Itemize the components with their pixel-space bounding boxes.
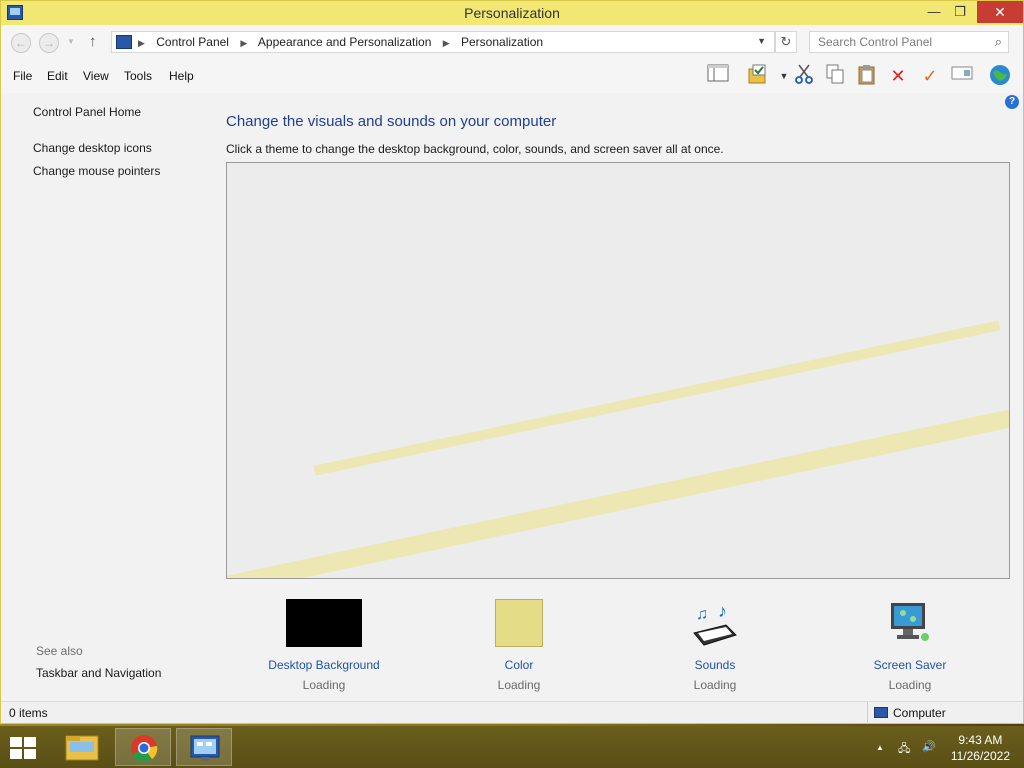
desktop-background-link[interactable]: Desktop Background (249, 658, 399, 672)
taskbar: ▲ 🖧 🔊 9:43 AM 11/26/2022 (0, 726, 1024, 768)
window-title: Personalization (464, 5, 560, 21)
chevron-right-icon[interactable]: ▶ (443, 38, 450, 48)
sidebar-taskbar-and-navigation[interactable]: Taskbar and Navigation (36, 666, 161, 680)
cut-icon[interactable] (791, 63, 817, 89)
breadcrumb-appearance[interactable]: Appearance and Personalization (258, 35, 431, 49)
title-bar: Personalization — ❐ ✕ (1, 1, 1023, 25)
status-divider (867, 702, 868, 724)
back-arrow-icon: ← (15, 36, 27, 50)
view-options-icon[interactable] (949, 63, 975, 89)
search-box: ⌕ (809, 31, 1009, 53)
volume-icon[interactable]: 🔊 (922, 740, 936, 753)
status-location: Computer (893, 706, 946, 720)
search-icon[interactable]: ⌕ (995, 34, 1002, 50)
search-input[interactable] (810, 32, 980, 52)
globe-icon[interactable] (987, 63, 1013, 89)
menu-tools[interactable]: Tools (124, 69, 152, 83)
see-also-heading: See also (36, 644, 83, 658)
copy-icon[interactable] (822, 63, 848, 89)
menu-edit[interactable]: Edit (47, 69, 68, 83)
menu-bar: File Edit View Tools Help ▼ ✕ ✓ (1, 59, 1023, 93)
menu-file[interactable]: File (13, 69, 32, 83)
windows-logo-icon (24, 737, 36, 747)
forward-button[interactable]: → (39, 33, 59, 53)
windows-logo-icon (10, 737, 22, 747)
up-arrow-icon[interactable]: ↑ (89, 33, 97, 50)
properties-folder-icon[interactable] (745, 63, 771, 89)
forward-arrow-icon: → (43, 36, 55, 50)
paste-icon[interactable] (854, 63, 880, 89)
windows-logo-icon (10, 749, 22, 759)
address-bar: ← → ▼ ↑ ▶ Control Panel ▶ Appearance and… (1, 25, 1023, 59)
sounds-status: Loading (693, 678, 737, 692)
control-panel-icon (116, 35, 132, 49)
close-button[interactable]: ✕ (977, 1, 1023, 23)
windows-logo-icon (24, 749, 36, 759)
screen-saver-status: Loading (888, 678, 932, 692)
back-button[interactable]: ← (11, 33, 31, 53)
layout-pane-icon[interactable] (705, 63, 731, 89)
screen-saver-icon (885, 599, 935, 649)
svg-text:♫: ♫ (696, 606, 708, 623)
desktop-background-status: Loading (302, 678, 346, 692)
start-button[interactable] (10, 737, 38, 759)
control-panel-icon (190, 735, 220, 761)
page-description: Click a theme to change the desktop back… (226, 142, 724, 156)
taskbar-chrome[interactable] (115, 728, 171, 766)
refresh-icon: ↻ (780, 34, 792, 49)
computer-icon (874, 707, 888, 718)
chevron-right-icon[interactable]: ▶ (240, 38, 247, 48)
desktop-background-thumbnail (286, 599, 362, 647)
personalization-window: Personalization — ❐ ✕ ← → ▼ ↑ ▶ Control … (0, 0, 1024, 724)
show-hidden-icons-chevron-icon[interactable]: ▲ (876, 743, 884, 752)
clock-time: 9:43 AM (958, 733, 1003, 747)
wallpaper-bolt (313, 320, 1001, 476)
color-item[interactable]: Color Loading (444, 599, 594, 692)
clock-date: 11/26/2022 (950, 749, 1010, 763)
breadcrumb-personalization[interactable]: Personalization (461, 35, 543, 49)
delete-icon[interactable]: ✕ (885, 63, 911, 89)
menu-view[interactable]: View (83, 69, 109, 83)
taskbar-file-explorer[interactable] (54, 728, 110, 766)
themes-list[interactable] (226, 162, 1010, 579)
recent-locations-chevron-icon[interactable]: ▼ (67, 37, 75, 46)
chevron-down-icon[interactable]: ▼ (757, 36, 766, 46)
status-bar: 0 items Computer (1, 701, 1023, 724)
desktop-background-item[interactable]: Desktop Background Loading (249, 599, 399, 692)
clock[interactable]: 9:43 AM 11/26/2022 (951, 732, 1010, 764)
menu-help[interactable]: Help (169, 69, 194, 83)
taskbar-control-panel[interactable] (176, 728, 232, 766)
sidebar-change-mouse-pointers[interactable]: Change mouse pointers (33, 164, 160, 178)
page-title: Change the visuals and sounds on your co… (226, 113, 557, 130)
sounds-icon: ♫ ♪ (690, 599, 740, 649)
network-icon[interactable]: 🖧 (898, 740, 910, 759)
screen-saver-link[interactable]: Screen Saver (835, 658, 985, 672)
refresh-button[interactable]: ↻ (775, 31, 797, 53)
sidebar-change-desktop-icons[interactable]: Change desktop icons (33, 141, 152, 155)
item-count: 0 items (9, 706, 48, 720)
svg-text:♪: ♪ (718, 601, 727, 621)
restore-button[interactable]: ❐ (945, 1, 975, 23)
sidebar: Control Panel Home Change desktop icons … (1, 93, 211, 701)
breadcrumb[interactable]: ▶ Control Panel ▶ Appearance and Persona… (111, 31, 775, 53)
color-status: Loading (497, 678, 541, 692)
checkmark-icon[interactable]: ✓ (917, 63, 943, 89)
sounds-link[interactable]: Sounds (640, 658, 790, 672)
color-link[interactable]: Color (444, 658, 594, 672)
screen-saver-item[interactable]: Screen Saver Loading (835, 599, 985, 692)
chrome-icon (131, 735, 158, 763)
wallpaper-bolt (227, 399, 1009, 578)
chevron-right-icon[interactable]: ▶ (138, 38, 145, 48)
help-icon[interactable]: ? (1005, 95, 1019, 109)
breadcrumb-control-panel[interactable]: Control Panel (156, 35, 229, 49)
color-swatch (495, 599, 543, 647)
sidebar-control-panel-home[interactable]: Control Panel Home (33, 105, 141, 119)
sounds-item[interactable]: ♫ ♪ Sounds Loading (640, 599, 790, 692)
folder-icon (65, 735, 99, 761)
content-area: Control Panel Home Change desktop icons … (1, 93, 1023, 701)
